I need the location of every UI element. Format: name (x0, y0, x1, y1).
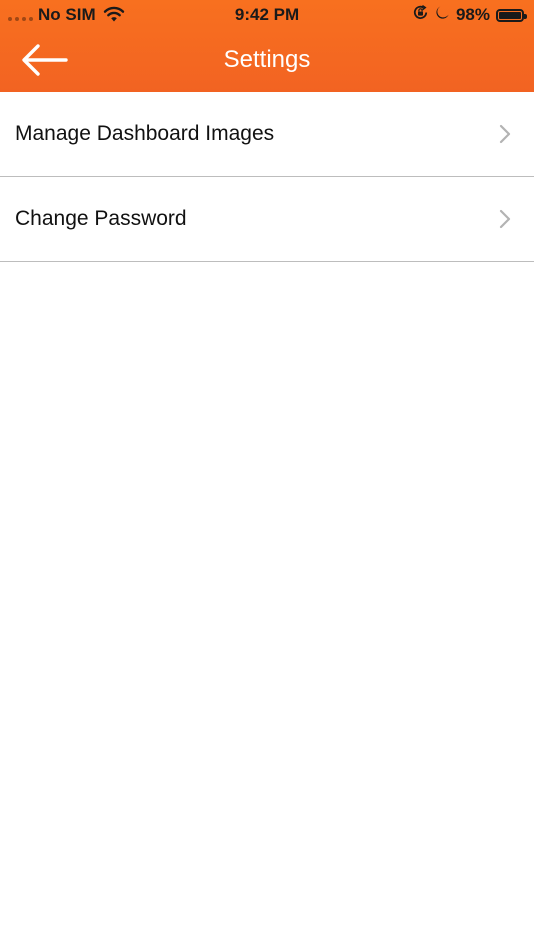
row-label: Change Password (15, 207, 187, 230)
moon-icon (435, 5, 450, 25)
chevron-right-icon (499, 209, 511, 229)
battery-level (499, 11, 521, 19)
orientation-lock-icon (412, 4, 429, 26)
page-title: Settings (223, 46, 311, 73)
header: No SIM 9:42 PM 98% Settings (0, 0, 534, 92)
battery-percent: 98% (455, 5, 490, 24)
status-bar: No SIM 9:42 PM 98% (0, 0, 534, 30)
battery-icon (496, 8, 527, 22)
settings-list: Manage Dashboard Images Change Password (0, 92, 534, 262)
settings-screen: No SIM 9:42 PM 98% Settings Manage Dashb… (0, 0, 534, 950)
chevron-right-icon (499, 124, 511, 144)
row-label: Manage Dashboard Images (15, 122, 275, 145)
manage-dashboard-images-row[interactable]: Manage Dashboard Images (0, 92, 534, 177)
status-right: 98% (412, 4, 527, 26)
change-password-row[interactable]: Change Password (0, 177, 534, 262)
nav-bar: Settings (0, 30, 534, 92)
